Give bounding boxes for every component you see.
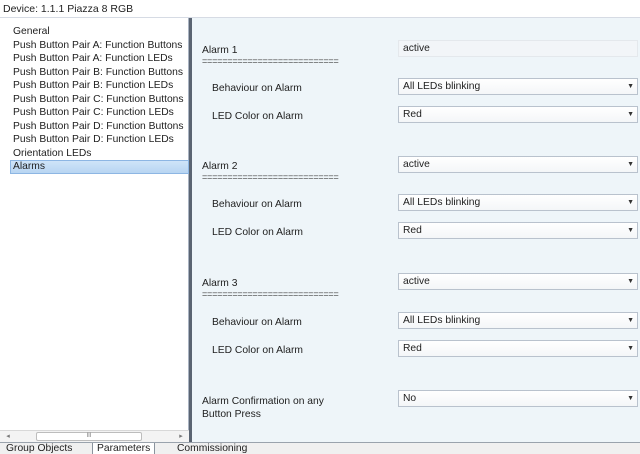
alarm2-color-value: Red bbox=[403, 225, 422, 236]
alarm3-separator: =========================== bbox=[202, 289, 339, 299]
sidebar-horizontal-scrollbar[interactable]: ◂ III ▸ bbox=[0, 430, 189, 442]
alarm3-behaviour-label: Behaviour on Alarm bbox=[212, 317, 302, 328]
chevron-down-icon[interactable]: ▼ bbox=[627, 313, 634, 328]
alarm1-color-value: Red bbox=[403, 109, 422, 120]
chevron-down-icon[interactable]: ▼ bbox=[627, 341, 634, 356]
sidebar-item-pair-d-leds[interactable]: Push Button Pair D: Function LEDs bbox=[11, 133, 189, 147]
bottom-tab-bar: Group Objects Parameters Commissioning bbox=[0, 442, 640, 454]
alarm3-behaviour-value: All LEDs blinking bbox=[403, 315, 481, 326]
alarm1-color-select[interactable]: Red ▼ bbox=[398, 106, 638, 123]
alarm2-separator: =========================== bbox=[202, 172, 339, 182]
alarm2-color-select[interactable]: Red ▼ bbox=[398, 222, 638, 239]
alarm2-behaviour-select[interactable]: All LEDs blinking ▼ bbox=[398, 194, 638, 211]
chevron-down-icon[interactable]: ▼ bbox=[627, 195, 634, 210]
parameter-panel: Alarm 1 =========================== acti… bbox=[190, 18, 640, 442]
alarm1-label: Alarm 1 bbox=[202, 45, 238, 56]
alarm3-status-value: active bbox=[403, 276, 430, 287]
sidebar-item-pair-b-buttons[interactable]: Push Button Pair B: Function Buttons bbox=[11, 66, 189, 80]
tab-group-objects[interactable]: Group Objects bbox=[2, 443, 76, 454]
parameter-sidebar: General Push Button Pair A: Function But… bbox=[0, 18, 189, 430]
alarm-confirmation-select[interactable]: No ▼ bbox=[398, 390, 638, 407]
alarm3-color-value: Red bbox=[403, 343, 422, 354]
alarm3-color-select[interactable]: Red ▼ bbox=[398, 340, 638, 357]
panel-divider bbox=[189, 18, 192, 442]
chevron-down-icon[interactable]: ▼ bbox=[627, 79, 634, 94]
alarm1-behaviour-select[interactable]: All LEDs blinking ▼ bbox=[398, 78, 638, 95]
alarm3-behaviour-select[interactable]: All LEDs blinking ▼ bbox=[398, 312, 638, 329]
sidebar-list: General Push Button Pair A: Function But… bbox=[10, 25, 189, 174]
alarm2-status-select[interactable]: active ▼ bbox=[398, 156, 638, 173]
tab-parameters[interactable]: Parameters bbox=[92, 443, 156, 454]
sidebar-item-pair-b-leds[interactable]: Push Button Pair B: Function LEDs bbox=[11, 79, 189, 93]
alarm1-color-label: LED Color on Alarm bbox=[212, 111, 303, 122]
alarm3-label: Alarm 3 bbox=[202, 278, 238, 289]
sidebar-item-pair-c-leds[interactable]: Push Button Pair C: Function LEDs bbox=[11, 106, 189, 120]
scroll-thumb[interactable]: III bbox=[36, 432, 142, 441]
alarm2-behaviour-value: All LEDs blinking bbox=[403, 197, 481, 208]
alarm2-behaviour-label: Behaviour on Alarm bbox=[212, 199, 302, 210]
sidebar-item-general[interactable]: General bbox=[11, 25, 189, 39]
alarm1-status-field: active bbox=[398, 40, 638, 57]
alarm-confirmation-value: No bbox=[403, 393, 417, 404]
alarm-confirmation-label-line2: Button Press bbox=[202, 409, 261, 420]
chevron-down-icon[interactable]: ▼ bbox=[627, 107, 634, 122]
chevron-down-icon[interactable]: ▼ bbox=[627, 391, 634, 406]
alarm3-color-label: LED Color on Alarm bbox=[212, 345, 303, 356]
chevron-down-icon[interactable]: ▼ bbox=[627, 274, 634, 289]
alarm3-status-select[interactable]: active ▼ bbox=[398, 273, 638, 290]
alarm2-label: Alarm 2 bbox=[202, 161, 238, 172]
sidebar-item-pair-c-buttons[interactable]: Push Button Pair C: Function Buttons bbox=[11, 93, 189, 107]
sidebar-item-orientation-leds[interactable]: Orientation LEDs bbox=[11, 147, 189, 161]
alarm2-status-value: active bbox=[403, 159, 430, 170]
sidebar-item-pair-d-buttons[interactable]: Push Button Pair D: Function Buttons bbox=[11, 120, 189, 134]
window-title: Device: 1.1.1 Piazza 8 RGB bbox=[0, 0, 640, 18]
sidebar-item-pair-a-leds[interactable]: Push Button Pair A: Function LEDs bbox=[11, 52, 189, 66]
chevron-down-icon[interactable]: ▼ bbox=[627, 157, 634, 172]
sidebar-item-pair-a-buttons[interactable]: Push Button Pair A: Function Buttons bbox=[11, 39, 189, 53]
alarm2-color-label: LED Color on Alarm bbox=[212, 227, 303, 238]
tab-commissioning[interactable]: Commissioning bbox=[173, 443, 251, 454]
alarm1-separator: =========================== bbox=[202, 56, 339, 66]
scroll-left-icon[interactable]: ◂ bbox=[2, 431, 14, 442]
chevron-down-icon[interactable]: ▼ bbox=[627, 223, 634, 238]
sidebar-item-alarms[interactable]: Alarms bbox=[10, 160, 189, 174]
scroll-right-icon[interactable]: ▸ bbox=[175, 431, 187, 442]
alarm1-behaviour-label: Behaviour on Alarm bbox=[212, 83, 302, 94]
alarm1-behaviour-value: All LEDs blinking bbox=[403, 81, 481, 92]
alarm-confirmation-label-line1: Alarm Confirmation on any bbox=[202, 396, 324, 407]
